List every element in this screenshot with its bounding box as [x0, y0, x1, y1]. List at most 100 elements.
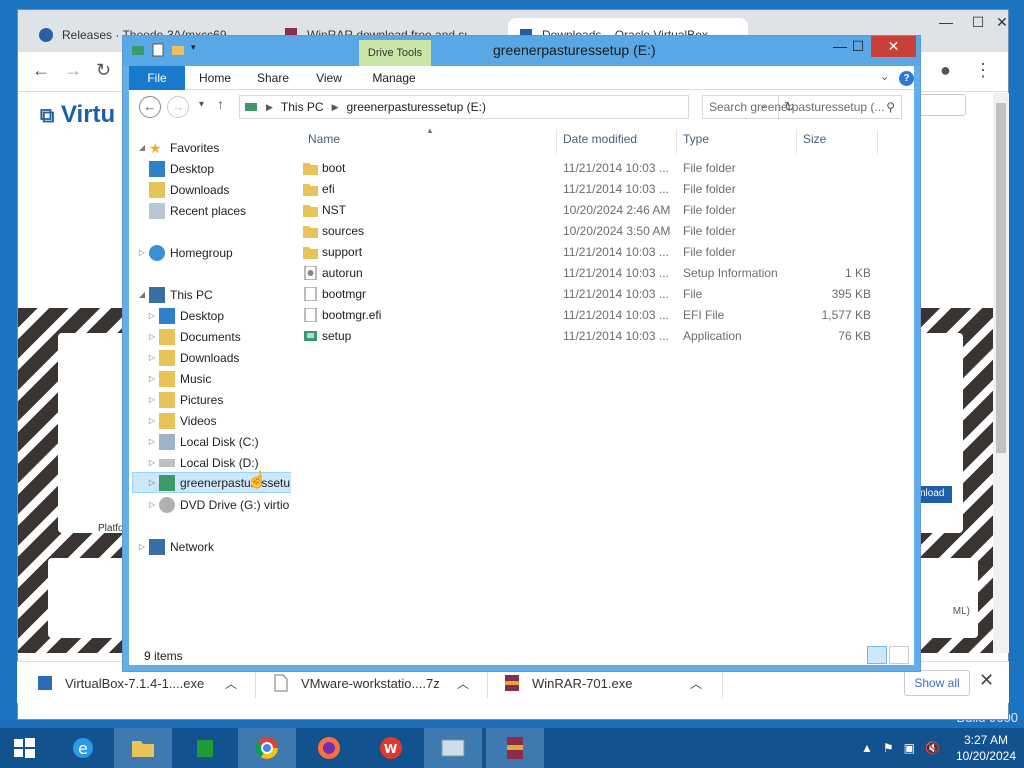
browser-close-button[interactable]: ✕: [982, 14, 1022, 36]
search-input[interactable]: Search greenerpasturessetup (... ⚲: [702, 95, 902, 119]
page-download-button[interactable]: nload: [918, 486, 952, 503]
breadcrumb-separator-icon[interactable]: ▶: [332, 102, 339, 113]
expand-icon[interactable]: ▷: [147, 311, 157, 320]
details-view-icon[interactable]: [867, 646, 887, 664]
nav-recent-places[interactable]: Recent places: [147, 200, 246, 221]
expand-icon[interactable]: ▷: [147, 395, 157, 404]
file-row[interactable]: bootmgr.efi 11/21/2014 10:03 ... EFI Fil…: [298, 305, 883, 326]
large-icons-view-icon[interactable]: [889, 646, 909, 664]
column-divider[interactable]: [796, 130, 797, 154]
collapse-icon[interactable]: ◢: [137, 290, 147, 299]
nav-local-disk-d[interactable]: ▷ Local Disk (D:): [147, 452, 259, 473]
file-row[interactable]: support 11/21/2014 10:03 ... File folder: [298, 242, 883, 263]
tab-home[interactable]: Home: [193, 66, 237, 90]
page-scrollbar[interactable]: [993, 93, 1009, 653]
tab-manage[interactable]: Manage: [365, 66, 423, 90]
show-all-button[interactable]: Show all: [904, 670, 970, 696]
column-header-name[interactable]: Name: [308, 132, 340, 154]
nav-favorites-desktop[interactable]: Desktop: [147, 158, 214, 179]
column-divider[interactable]: [877, 130, 878, 154]
wps-office-taskbar[interactable]: W: [362, 728, 420, 768]
back-arrow-icon[interactable]: ←: [32, 60, 50, 81]
close-button[interactable]: ✕: [871, 36, 916, 57]
breadcrumb-this-pc[interactable]: This PC: [281, 100, 324, 114]
chevron-up-icon[interactable]: ︿: [690, 675, 702, 692]
file-row[interactable]: bootmgr 11/21/2014 10:03 ... File 395 KB: [298, 284, 883, 305]
chevron-up-icon[interactable]: ︿: [225, 675, 237, 692]
nav-homegroup[interactable]: ▷ Homegroup: [137, 242, 233, 263]
profile-avatar-icon[interactable]: ●: [940, 60, 951, 81]
nav-favorites[interactable]: ◢ ★ Favorites: [137, 137, 219, 158]
virtualbox-taskbar[interactable]: [424, 728, 482, 768]
clock[interactable]: 3:27 AM 10/20/2024: [956, 732, 1016, 764]
nav-this-pc-desktop[interactable]: ▷ Desktop: [147, 305, 224, 326]
reload-icon[interactable]: ↻: [96, 60, 111, 81]
expand-icon[interactable]: ▷: [137, 542, 147, 551]
expand-icon[interactable]: ▷: [147, 353, 157, 362]
breadcrumb-separator-icon[interactable]: ▶: [266, 102, 273, 113]
recent-locations-icon[interactable]: ▾: [199, 99, 204, 110]
expand-icon[interactable]: ▷: [147, 478, 157, 487]
show-hidden-icons-icon[interactable]: ▲: [861, 741, 873, 755]
flag-icon[interactable]: ⚑: [883, 741, 894, 755]
expand-icon[interactable]: ▷: [137, 248, 147, 257]
close-icon[interactable]: ✕: [979, 670, 994, 691]
winrar-taskbar[interactable]: [486, 728, 544, 768]
nav-documents[interactable]: ▷ Documents: [147, 326, 241, 347]
chrome-menu-icon[interactable]: ⋮: [974, 60, 992, 81]
nav-greenerpasturessetup[interactable]: ▷ greenerpasturessetu: [132, 472, 291, 493]
properties-icon[interactable]: [151, 42, 165, 58]
nav-this-pc[interactable]: ◢ This PC: [137, 284, 213, 305]
search-icon[interactable]: ⚲: [886, 100, 895, 114]
tab-share[interactable]: Share: [251, 66, 295, 90]
expand-icon[interactable]: ▷: [147, 416, 157, 425]
collapse-icon[interactable]: ◢: [137, 143, 147, 152]
nav-videos[interactable]: ▷ Videos: [147, 410, 216, 431]
nav-network[interactable]: ▷ Network: [137, 536, 214, 557]
address-bar[interactable]: ▶ This PC ▶ greenerpasturessetup (E:) ⌄ …: [239, 95, 795, 120]
expand-icon[interactable]: ▷: [147, 437, 157, 446]
up-arrow-icon[interactable]: ↑: [217, 96, 224, 112]
column-divider[interactable]: [556, 130, 557, 154]
file-row[interactable]: setup 11/21/2014 10:03 ... Application 7…: [298, 326, 883, 347]
expand-icon[interactable]: ▷: [147, 458, 157, 467]
qat-dropdown-icon[interactable]: ▾: [191, 42, 196, 58]
column-header-date[interactable]: Date modified: [563, 132, 637, 154]
breadcrumb-current[interactable]: greenerpasturessetup (E:): [347, 100, 486, 114]
internet-explorer-taskbar[interactable]: e: [54, 728, 112, 768]
file-row[interactable]: sources 10/20/2024 3:50 AM File folder: [298, 221, 883, 242]
nav-music[interactable]: ▷ Music: [147, 368, 211, 389]
file-row[interactable]: boot 11/21/2014 10:03 ... File folder: [298, 158, 883, 179]
tab-file[interactable]: File: [129, 66, 185, 90]
back-button[interactable]: ←: [139, 96, 161, 118]
file-row[interactable]: efi 11/21/2014 10:03 ... File folder: [298, 179, 883, 200]
expand-icon[interactable]: ▷: [147, 374, 157, 383]
explorer-titlebar[interactable]: ▾ Drive Tools greenerpasturessetup (E:) …: [123, 36, 920, 66]
tab-view[interactable]: View: [309, 66, 349, 90]
file-row[interactable]: NST 10/20/2024 2:46 AM File folder: [298, 200, 883, 221]
expand-icon[interactable]: ▷: [147, 500, 157, 509]
file-row[interactable]: autorun 11/21/2014 10:03 ... Setup Infor…: [298, 263, 883, 284]
ribbon-expand-icon[interactable]: ⌄: [880, 70, 889, 83]
nav-favorites-downloads[interactable]: Downloads: [147, 179, 229, 200]
nav-dvd-drive[interactable]: ▷ DVD Drive (G:) virtio: [147, 494, 289, 515]
help-icon[interactable]: ?: [899, 71, 914, 86]
volume-muted-icon[interactable]: 🔇: [925, 741, 940, 755]
maximize-icon[interactable]: ☐: [843, 36, 873, 57]
file-explorer-taskbar[interactable]: [114, 728, 172, 768]
store-taskbar[interactable]: [176, 728, 234, 768]
chrome-taskbar[interactable]: [238, 728, 296, 768]
column-header-size[interactable]: Size: [803, 132, 826, 154]
forward-arrow-icon[interactable]: →: [64, 60, 82, 81]
nav-this-pc-downloads[interactable]: ▷ Downloads: [147, 347, 239, 368]
firefox-taskbar[interactable]: [300, 728, 358, 768]
column-header-type[interactable]: Type: [683, 132, 709, 154]
nav-pictures[interactable]: ▷ Pictures: [147, 389, 223, 410]
expand-icon[interactable]: ▷: [147, 332, 157, 341]
scrollbar-thumb[interactable]: [996, 103, 1006, 453]
chevron-up-icon[interactable]: ︿: [457, 675, 469, 692]
network-icon[interactable]: ▣: [904, 741, 915, 755]
new-folder-icon[interactable]: [171, 42, 185, 58]
forward-button[interactable]: →: [167, 96, 189, 118]
nav-local-disk-c[interactable]: ▷ Local Disk (C:): [147, 431, 259, 452]
